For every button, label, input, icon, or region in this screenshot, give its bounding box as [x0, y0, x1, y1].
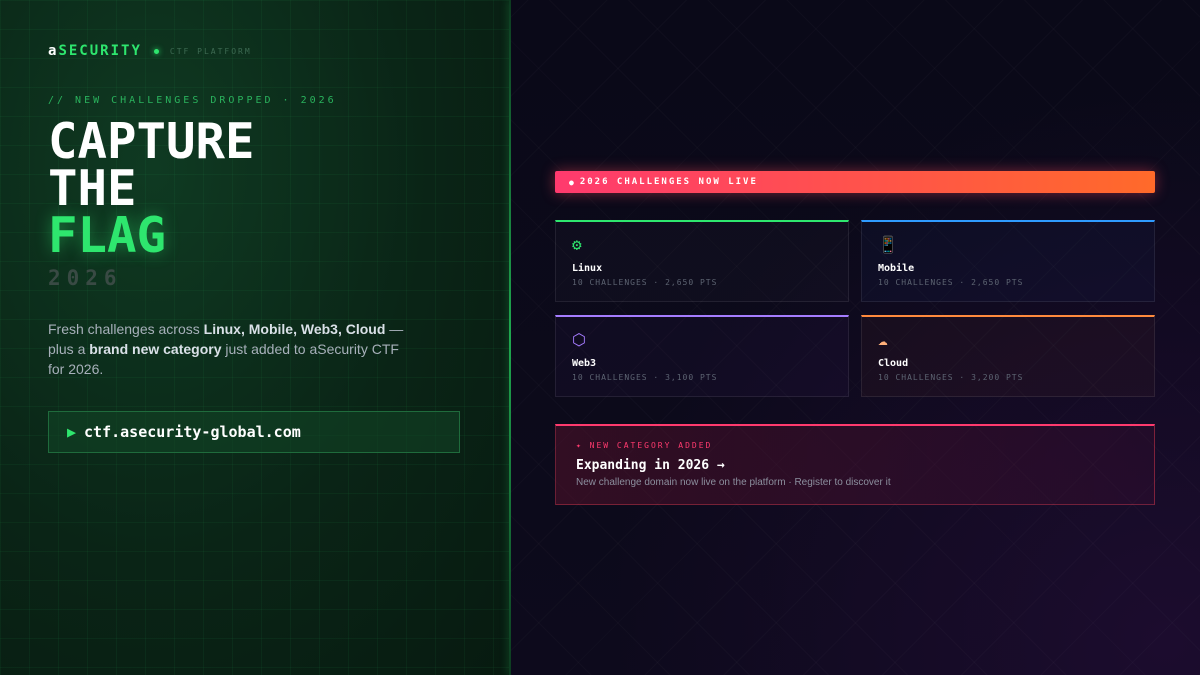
- category-card-web3[interactable]: ⬡ Web3 10 CHALLENGES · 3,100 PTS: [555, 315, 849, 397]
- category-card-cloud[interactable]: ☁ Cloud 10 CHALLENGES · 3,200 PTS: [861, 315, 1155, 397]
- category-card-linux[interactable]: ⚙ Linux 10 CHALLENGES · 2,650 PTS: [555, 220, 849, 302]
- brand-name: SECURITY: [58, 43, 142, 59]
- desc-highlight: brand new category: [89, 341, 222, 357]
- hero-description: Fresh challenges across Linux, Mobile, W…: [48, 319, 418, 379]
- phone-icon: 📱: [878, 235, 898, 254]
- card-title: Web3: [572, 358, 597, 369]
- status-dot-icon: [153, 48, 159, 54]
- card-meta: 10 CHALLENGES · 3,200 PTS: [878, 373, 1024, 382]
- hero-year: 2026: [48, 266, 123, 290]
- desc-categories: Linux, Mobile, Web3, Cloud: [203, 321, 386, 337]
- left-panel: aSECURITY CTF PLATFORM // NEW CHALLENGES…: [0, 0, 511, 675]
- hero-line-the: THE: [48, 160, 137, 217]
- url-text: ctf.asecurity-global.com: [84, 423, 301, 441]
- card-title: Linux: [572, 263, 603, 274]
- new-category-card[interactable]: ✦ NEW CATEGORY ADDED Expanding in 2026 →…: [555, 424, 1155, 505]
- new-category-subtitle: New challenge domain now live on the pla…: [576, 477, 891, 488]
- hero-tagline: // NEW CHALLENGES DROPPED · 2026: [48, 95, 337, 106]
- new-category-title[interactable]: Expanding in 2026 →: [576, 458, 725, 473]
- play-icon: ▶: [67, 423, 77, 441]
- desc-text-1: Fresh challenges across: [48, 321, 204, 337]
- banner-text: 2026 CHALLENGES NOW LIVE: [579, 177, 758, 187]
- card-title: Mobile: [878, 263, 915, 274]
- hero-title: CAPTURE THE FLAG: [48, 113, 255, 264]
- url-button[interactable]: ▶ ctf.asecurity-global.com: [48, 411, 460, 453]
- brand-prefix: a: [48, 43, 59, 59]
- card-meta: 10 CHALLENGES · 2,650 PTS: [572, 278, 718, 287]
- new-category-label-text: NEW CATEGORY ADDED: [589, 441, 713, 450]
- live-banner: ● 2026 CHALLENGES NOW LIVE: [555, 171, 1155, 193]
- banner-dot-icon: ●: [569, 177, 574, 187]
- category-card-mobile[interactable]: 📱 Mobile 10 CHALLENGES · 2,650 PTS: [861, 220, 1155, 302]
- hero-line-capture: CAPTURE: [48, 113, 255, 170]
- card-meta: 10 CHALLENGES · 3,100 PTS: [572, 373, 718, 382]
- gear-icon: ⚙: [572, 235, 582, 254]
- new-category-label: ✦ NEW CATEGORY ADDED: [576, 441, 713, 450]
- brand: aSECURITY CTF PLATFORM: [48, 43, 252, 59]
- hero-line-flag: FLAG: [48, 207, 167, 264]
- cloud-icon: ☁: [878, 330, 888, 349]
- brand-logo[interactable]: aSECURITY: [48, 43, 142, 59]
- card-meta: 10 CHALLENGES · 2,650 PTS: [878, 278, 1024, 287]
- brand-subtitle: CTF PLATFORM: [169, 46, 252, 56]
- hexagon-icon: ⬡: [572, 330, 586, 349]
- card-title: Cloud: [878, 358, 909, 369]
